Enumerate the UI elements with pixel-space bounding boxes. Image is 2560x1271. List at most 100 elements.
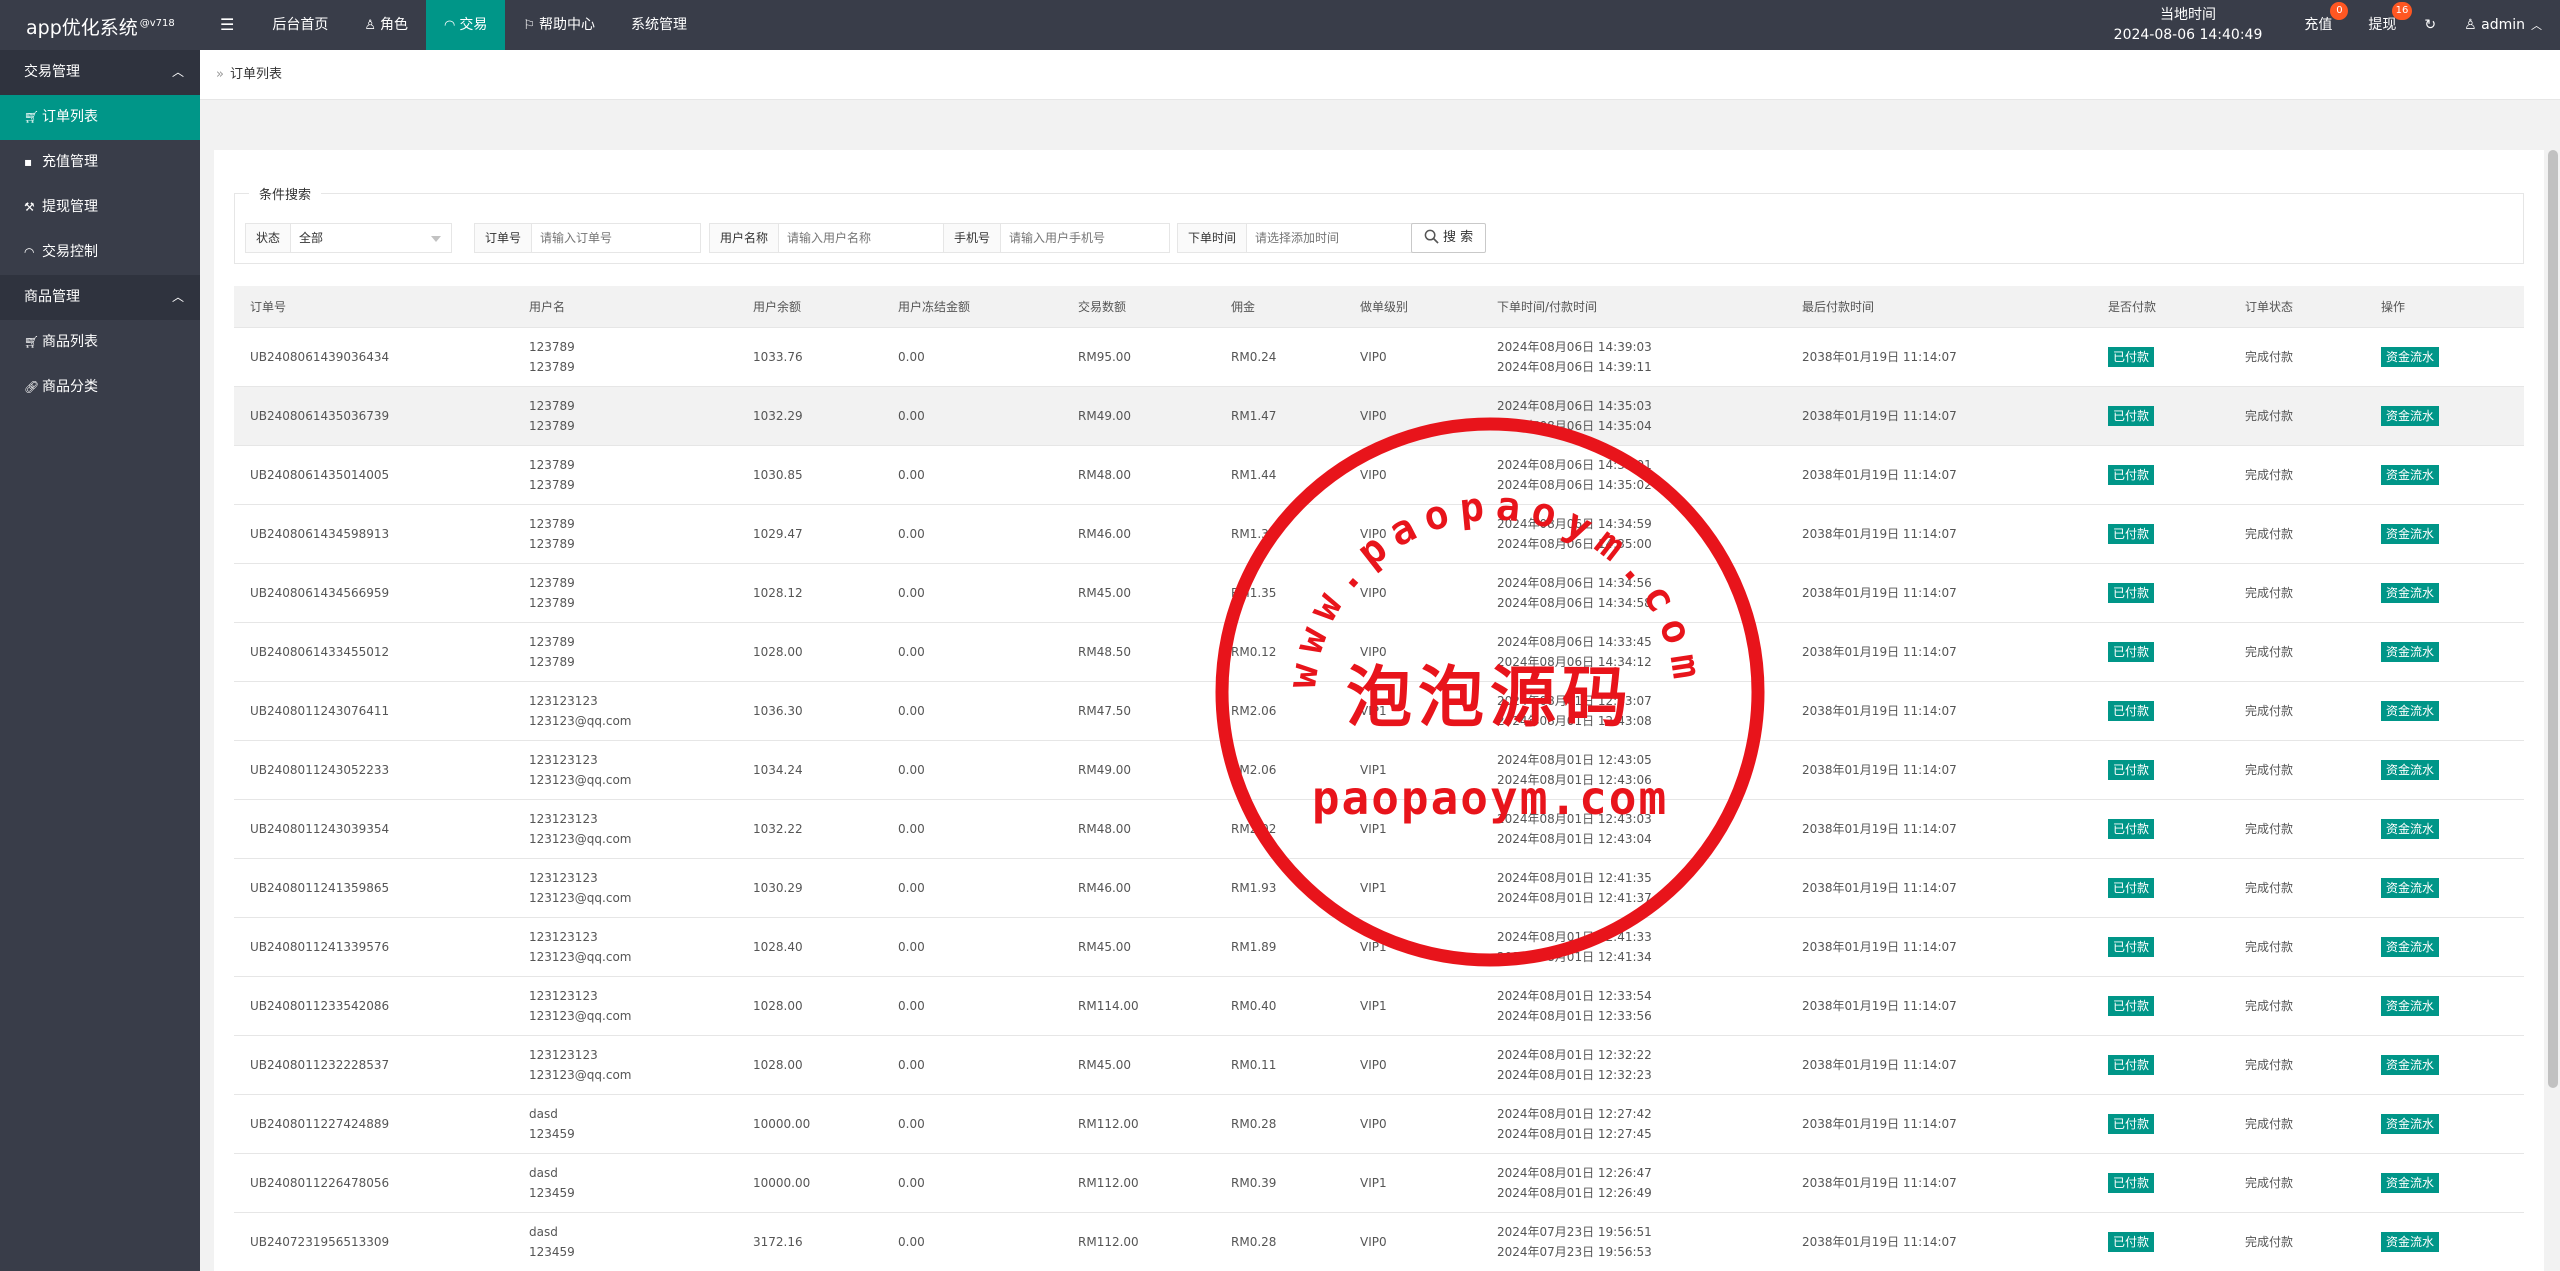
nav-home[interactable]: 后台首页	[254, 0, 346, 50]
fund-flow-button[interactable]: 资金流水	[2381, 523, 2440, 544]
cell-action: 资金流水	[2365, 1153, 2524, 1213]
table-row[interactable]: UB2408061434566959 123789 123789 1028.12 0.0…	[234, 563, 2524, 623]
table-row[interactable]: UB2408061439036434 123789 123789 1033.76 0.0…	[234, 327, 2524, 387]
col-amount[interactable]: 交易数额	[1062, 286, 1215, 328]
table-row[interactable]: UB2408061434598913 123789 123789 1029.47 0.0…	[234, 504, 2524, 564]
sidebar-item-recharge[interactable]: ▪ 充值管理	[0, 140, 200, 185]
table-row[interactable]: UB2408011243039354 123123123 123123@qq.com…	[234, 799, 2524, 859]
cell-level: VIP1	[1344, 740, 1481, 800]
col-order-time[interactable]: 下单时间/付款时间	[1481, 286, 1786, 328]
table-row[interactable]: UB2408061435036739 123789 123789 1032.29 0.0…	[234, 386, 2524, 446]
fund-flow-button[interactable]: 资金流水	[2381, 1054, 2440, 1075]
sidebar-group-label: 商品管理	[24, 289, 80, 305]
col-status[interactable]: 订单状态	[2229, 286, 2365, 328]
fund-flow-button[interactable]: 资金流水	[2381, 641, 2440, 662]
col-balance[interactable]: 用户余额	[737, 286, 882, 328]
sidebar-group-goods[interactable]: 商品管理 ︿	[0, 275, 200, 320]
cell-username-line1: 123123123	[529, 811, 598, 826]
fund-flow-button[interactable]: 资金流水	[2381, 582, 2440, 603]
nav-trade[interactable]: ◠ 交易	[426, 0, 506, 50]
fund-flow-button[interactable]: 资金流水	[2381, 405, 2440, 426]
cell-frozen: 0.00	[882, 858, 1062, 918]
menu-toggle-button[interactable]: ☰	[200, 0, 254, 50]
table-row[interactable]: UB2408011232228537 123123123 123123@qq.com…	[234, 1035, 2524, 1095]
fund-flow-button[interactable]: 资金流水	[2381, 936, 2440, 957]
user-menu[interactable]: ♙ admin ︿	[2446, 0, 2560, 50]
local-time: 当地时间 2024-08-06 14:40:49	[2114, 5, 2263, 45]
fund-flow-button[interactable]: 资金流水	[2381, 1113, 2440, 1134]
fund-flow-button[interactable]: 资金流水	[2381, 759, 2440, 780]
cell-username: 123789 123789	[513, 563, 737, 623]
col-order-no[interactable]: 订单号	[234, 286, 513, 328]
col-action[interactable]: 操作	[2365, 286, 2524, 328]
recharge-label: 充值	[2304, 17, 2333, 33]
cell-action: 资金流水	[2365, 1212, 2524, 1271]
nav-system[interactable]: 系统管理	[613, 0, 705, 50]
table-row[interactable]: UB2408011241339576 123123123 123123@qq.com…	[234, 917, 2524, 977]
nav-help[interactable]: ⚐ 帮助中心	[505, 0, 613, 50]
fund-flow-button[interactable]: 资金流水	[2381, 818, 2440, 839]
withdraw-link[interactable]: 提现 16	[2350, 0, 2414, 50]
fund-flow-button[interactable]: 资金流水	[2381, 700, 2440, 721]
refresh-button[interactable]: ↻	[2414, 0, 2446, 50]
table-row[interactable]: UB2408011226478056 dasd 123459 10000.00 0.00…	[234, 1153, 2524, 1213]
sidebar-item-orders[interactable]: 🛒︎ 订单列表	[0, 95, 200, 140]
table-row[interactable]: UB2408011227424889 dasd 123459 10000.00 0.00…	[234, 1094, 2524, 1154]
top-nav: ☰ 后台首页 ♙ 角色 ◠ 交易 ⚐ 帮助中心 系统管理	[200, 0, 705, 50]
fund-flow-button[interactable]: 资金流水	[2381, 995, 2440, 1016]
cell-order-time-line1: 2024年08月01日 12:32:22	[1497, 1047, 1652, 1062]
table-row[interactable]: UB2408011233542086 123123123 123123@qq.com…	[234, 976, 2524, 1036]
breadcrumb-current[interactable]: 订单列表	[230, 67, 282, 82]
fund-flow-button[interactable]: 资金流水	[2381, 1172, 2440, 1193]
col-commission[interactable]: 佣金	[1215, 286, 1344, 328]
cell-commission: RM0.28	[1215, 1212, 1344, 1271]
cell-order-no: UB2408061434566959	[234, 563, 513, 623]
table-row[interactable]: UB2408061433455012 123789 123789 1028.00 0.0…	[234, 622, 2524, 682]
recharge-link[interactable]: 充值 0	[2286, 0, 2350, 50]
col-paid[interactable]: 是否付款	[2092, 286, 2229, 328]
cell-username-line2: 123459	[529, 1126, 575, 1141]
vertical-scrollbar[interactable]	[2548, 150, 2558, 1088]
sidebar-item-goods-category[interactable]: 🔗︎ 商品分类	[0, 365, 200, 410]
fund-flow-button[interactable]: 资金流水	[2381, 346, 2440, 367]
sidebar-item-goods-list[interactable]: 🛒︎ 商品列表	[0, 320, 200, 365]
cell-level: VIP0	[1344, 1035, 1481, 1095]
table-row[interactable]: UB2407231956513309 dasd 123459 3172.16 0.00 R…	[234, 1212, 2524, 1271]
app-logo[interactable]: app优化系统 @v718	[0, 0, 200, 50]
fund-flow-button[interactable]: 资金流水	[2381, 1231, 2440, 1252]
table-row[interactable]: UB2408011243076411 123123123 123123@qq.com…	[234, 681, 2524, 741]
chevron-up-icon: ︿	[171, 290, 184, 304]
sidebar-item-withdraw[interactable]: ⚒ 提现管理	[0, 185, 200, 230]
table-row[interactable]: UB2408011243052233 123123123 123123@qq.com…	[234, 740, 2524, 800]
username-input[interactable]	[778, 223, 949, 253]
cell-status: 完成付款	[2229, 740, 2365, 800]
search-button[interactable]: 搜 索	[1411, 223, 1487, 253]
sidebar-item-label: 提现管理	[42, 199, 98, 215]
cell-action: 资金流水	[2365, 976, 2524, 1036]
sidebar-item-label: 交易控制	[42, 244, 98, 260]
nav-role[interactable]: ♙ 角色	[346, 0, 426, 50]
col-frozen[interactable]: 用户冻结金额	[882, 286, 1062, 328]
sidebar-item-trade-control[interactable]: ◠ 交易控制	[0, 230, 200, 275]
phone-input[interactable]	[1000, 223, 1171, 253]
order-input[interactable]	[531, 223, 702, 253]
sidebar-group-trade[interactable]: 交易管理 ︿	[0, 50, 200, 95]
time-input[interactable]	[1246, 223, 1417, 253]
table-row[interactable]: UB2408061435014005 123789 123789 1030.85 0.0…	[234, 445, 2524, 505]
table-row[interactable]: UB2408011241359865 123123123 123123@qq.com…	[234, 858, 2524, 918]
col-username[interactable]: 用户名	[513, 286, 737, 328]
main-content: » 订单列表 条件搜索 状态 全部 订单号 用户名称 手机号 下单时间	[200, 50, 2560, 1271]
fund-flow-button[interactable]: 资金流水	[2381, 877, 2440, 898]
status-select[interactable]: 全部	[290, 223, 453, 253]
fund-flow-button[interactable]: 资金流水	[2381, 464, 2440, 485]
cell-username-line2: 123123@qq.com	[529, 1008, 632, 1023]
cell-username: 123123123 123123@qq.com	[513, 917, 737, 977]
col-last-pay[interactable]: 最后付款时间	[1786, 286, 2092, 328]
cell-level: VIP0	[1344, 1094, 1481, 1154]
cell-commission: RM1.44	[1215, 445, 1344, 505]
paid-badge: 已付款	[2108, 464, 2155, 485]
paid-badge: 已付款	[2108, 700, 2155, 721]
cell-balance: 1030.85	[737, 445, 882, 505]
col-level[interactable]: 做单级别	[1344, 286, 1481, 328]
chevron-up-icon: ︿	[2531, 19, 2542, 32]
